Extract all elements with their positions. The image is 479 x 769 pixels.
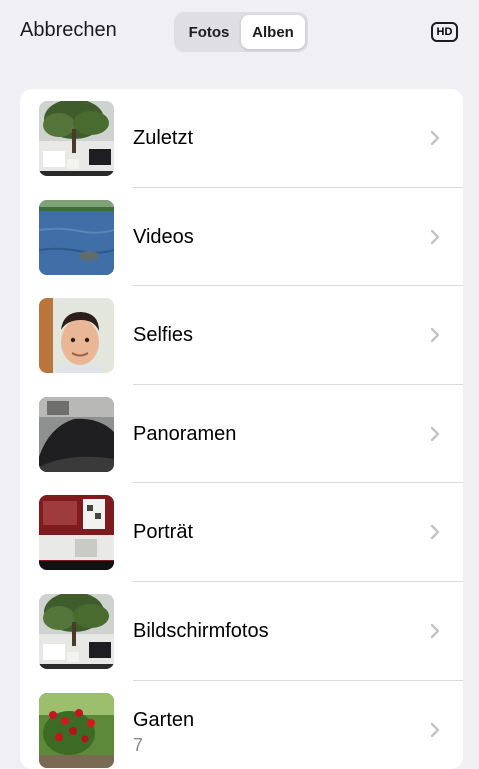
album-thumbnail (39, 298, 114, 374)
photos-albums-segmented-control: Fotos Alben (174, 12, 308, 52)
album-thumbnail (39, 495, 114, 571)
album-thumbnail (39, 692, 114, 768)
chevron-right-icon (427, 229, 443, 245)
chevron-right-icon (427, 722, 443, 738)
chevron-right-icon (427, 524, 443, 540)
chevron-right-icon (427, 426, 443, 442)
album-name: Panoramen (133, 422, 237, 445)
chevron-right-icon (427, 623, 443, 639)
album-thumbnail (39, 199, 114, 275)
tab-alben[interactable]: Alben (241, 15, 305, 49)
album-name: Porträt (133, 521, 194, 544)
album-row-zuletzt[interactable]: Zuletzt (20, 89, 463, 188)
top-bar: Abbrechen Fotos Alben HD (0, 0, 479, 70)
chevron-right-icon (427, 130, 443, 146)
hd-toggle-icon[interactable]: HD (431, 22, 458, 42)
tab-fotos[interactable]: Fotos (177, 15, 241, 49)
album-row-selfies[interactable]: Selfies (20, 286, 463, 385)
album-row-portraet[interactable]: Porträt (20, 483, 463, 582)
album-thumbnail (39, 593, 114, 669)
album-row-panoramen[interactable]: Panoramen (20, 385, 463, 484)
album-name: Garten (133, 708, 195, 731)
album-list: Zuletzt Videos Selfies Panoramen Porträt… (20, 89, 463, 769)
album-thumbnail (39, 396, 114, 472)
album-name: Bildschirmfotos (133, 619, 269, 642)
cancel-button[interactable]: Abbrechen (20, 19, 117, 42)
album-row-bildschirmfotos[interactable]: Bildschirmfotos (20, 582, 463, 681)
chevron-right-icon (427, 327, 443, 343)
album-row-garten[interactable]: Garten 7 (20, 681, 463, 769)
album-name: Videos (133, 225, 194, 248)
album-item-count: 7 (133, 734, 144, 755)
album-row-videos[interactable]: Videos (20, 188, 463, 287)
album-thumbnail (39, 101, 114, 176)
album-name: Zuletzt (133, 127, 194, 149)
album-name: Selfies (133, 324, 194, 347)
